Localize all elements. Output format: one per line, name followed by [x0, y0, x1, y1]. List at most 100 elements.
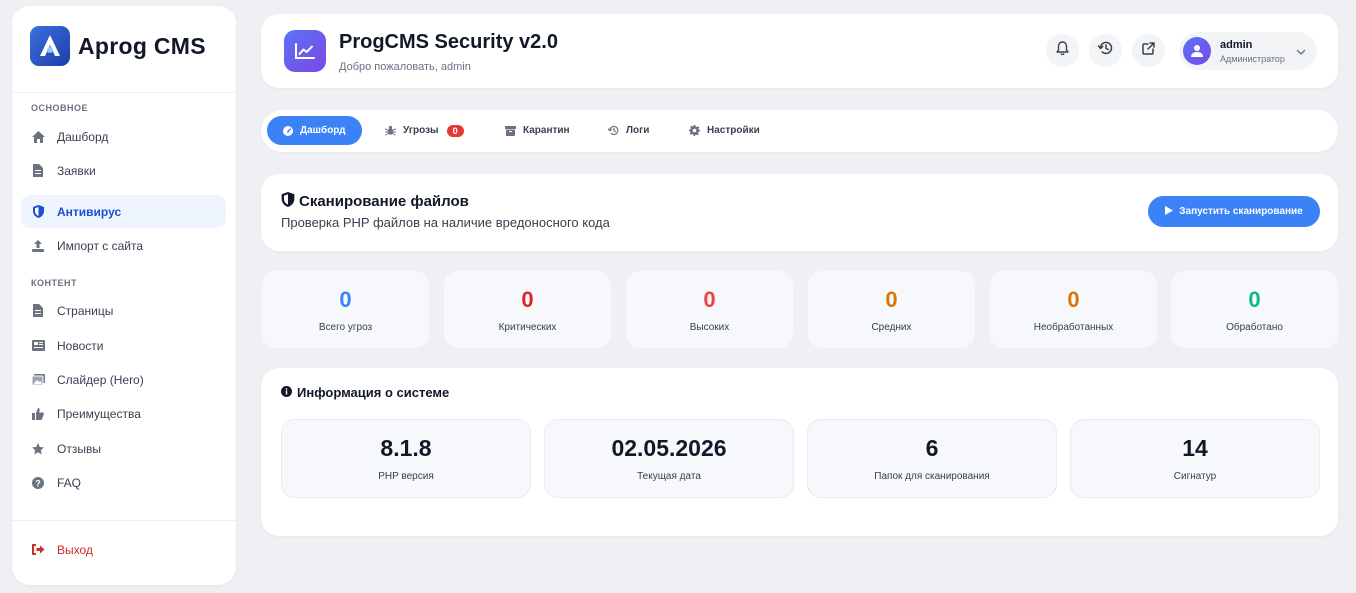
chart-line-icon — [284, 30, 326, 72]
stat-value: 0 — [703, 287, 716, 312]
sidebar-item-label: Антивирус — [57, 204, 122, 219]
tab-label: Логи — [626, 125, 650, 136]
info-label: Папок для сканирования — [874, 471, 990, 482]
user-name: admin — [1220, 39, 1253, 51]
stat-critical: 0 Критических — [444, 271, 611, 348]
tab-logs[interactable]: Логи — [592, 116, 665, 145]
stat-label: Критических — [498, 322, 557, 333]
avatar — [1183, 37, 1211, 65]
tab-settings[interactable]: Настройки — [673, 116, 776, 145]
sidebar-item-label: Слайдер (Hero) — [57, 372, 144, 387]
brand-name: Aprog CMS — [78, 32, 206, 59]
play-icon — [1165, 205, 1174, 218]
stat-label: Всего угроз — [318, 322, 373, 333]
question-icon: ? — [31, 476, 45, 490]
logout-button[interactable]: Выход — [21, 533, 226, 566]
brand-logo[interactable]: Aprog CMS — [30, 26, 206, 66]
page-title: ProgCMS Security v2.0 — [339, 31, 558, 53]
stat-value: 0 — [885, 287, 898, 312]
welcome-text: Добро пожаловать, admin — [339, 61, 471, 73]
sidebar-item-pages[interactable]: Страницы — [21, 294, 226, 327]
info-signatures: 14 Сигнатур — [1070, 419, 1320, 498]
info-label: Сигнатур — [1173, 471, 1217, 482]
document-icon — [31, 164, 45, 178]
sidebar-item-label: Преимущества — [57, 406, 141, 421]
stat-processed: 0 Обработано — [1171, 271, 1338, 348]
gear-icon — [689, 125, 700, 136]
sidebar-item-advantages[interactable]: Преимущества — [21, 397, 226, 430]
open-site-button[interactable] — [1132, 34, 1165, 67]
info-scan-folders: 6 Папок для сканирования — [807, 419, 1057, 498]
stat-medium: 0 Средних — [808, 271, 975, 348]
sidebar-item-label: FAQ — [57, 475, 82, 490]
info-value: 02.05.2026 — [611, 435, 727, 461]
tab-label: Дашборд — [300, 125, 346, 136]
stat-value: 0 — [1248, 287, 1261, 312]
info-label: Текущая дата — [637, 471, 701, 482]
info-value: 8.1.8 — [380, 435, 432, 461]
star-icon — [31, 442, 45, 456]
stat-value: 0 — [521, 287, 534, 312]
archive-icon — [505, 125, 516, 136]
start-scan-label: Запустить сканирование — [1179, 206, 1303, 217]
history-button[interactable] — [1089, 34, 1122, 67]
gauge-icon — [283, 125, 293, 136]
stat-label: Средних — [871, 322, 912, 333]
tab-label: Угрозы — [403, 125, 439, 136]
start-scan-button[interactable]: Запустить сканирование — [1148, 196, 1320, 227]
user-role: Администратор — [1220, 54, 1285, 64]
info-php-version: 8.1.8 PHP версия — [281, 419, 531, 498]
stat-label: Необработанных — [1033, 322, 1114, 333]
notifications-button[interactable] — [1046, 34, 1079, 67]
sidebar-item-reviews[interactable]: Отзывы — [21, 432, 226, 465]
sidebar-item-label: Дашборд — [57, 129, 109, 144]
scan-subtitle: Проверка PHP файлов на наличие вредоносн… — [281, 215, 610, 230]
sidebar-item-news[interactable]: Новости — [21, 329, 226, 362]
stat-label: Обработано — [1226, 322, 1283, 333]
tab-quarantine[interactable]: Карантин — [489, 116, 586, 145]
bell-icon — [1056, 41, 1069, 60]
home-icon — [31, 130, 45, 144]
sidebar-item-dashboard[interactable]: Дашборд — [21, 120, 226, 153]
logo-icon — [30, 26, 70, 66]
sidebar-item-label: Страницы — [57, 303, 114, 318]
user-menu[interactable]: admin Администратор — [1179, 32, 1317, 70]
scan-card: Сканирование файлов Проверка PHP файлов … — [261, 174, 1338, 251]
history-icon — [608, 125, 619, 136]
divider — [12, 92, 236, 93]
sidebar-item-label: Отзывы — [57, 441, 101, 456]
sidebar: Aprog CMS ОСНОВНОЕ Дашборд Заявки Антиви… — [12, 6, 236, 585]
upload-icon — [31, 239, 45, 253]
info-label: PHP версия — [378, 471, 434, 482]
sidebar-item-label: Импорт с сайта — [57, 238, 144, 253]
newspaper-icon — [31, 339, 45, 353]
stat-value: 0 — [1067, 287, 1080, 312]
tab-dashboard[interactable]: Дашборд — [267, 116, 362, 145]
sidebar-item-faq[interactable]: ? FAQ — [21, 466, 226, 499]
threats-count-badge: 0 — [446, 124, 464, 137]
sidebar-item-requests[interactable]: Заявки — [21, 154, 226, 187]
divider — [12, 520, 236, 521]
tab-threats[interactable]: Угрозы 0 — [369, 116, 480, 145]
stat-high: 0 Высоких — [626, 271, 793, 348]
tab-bar: Дашборд Угрозы 0 Карантин Логи Настройки — [261, 110, 1338, 152]
system-info-card: Информация о системе 8.1.8 PHP версия 02… — [261, 368, 1338, 536]
scan-title: Сканирование файлов — [281, 192, 469, 211]
sidebar-item-label: Новости — [57, 338, 104, 353]
info-current-date: 02.05.2026 Текущая дата — [544, 419, 794, 498]
bug-icon — [385, 125, 396, 136]
logout-label: Выход — [57, 542, 93, 557]
sidebar-item-import[interactable]: Импорт с сайта — [21, 229, 226, 262]
header: ProgCMS Security v2.0 Добро пожаловать, … — [261, 14, 1338, 88]
shield-icon — [31, 205, 45, 219]
user-icon — [1191, 45, 1203, 57]
sidebar-item-slider[interactable]: Слайдер (Hero) — [21, 363, 226, 396]
svg-text:?: ? — [35, 478, 41, 488]
history-icon — [1097, 41, 1113, 60]
images-icon — [31, 373, 45, 387]
thumbs-up-icon — [31, 407, 45, 421]
logout-icon — [31, 543, 45, 557]
info-value: 6 — [925, 435, 939, 461]
sidebar-item-antivirus[interactable]: Антивирус — [21, 195, 226, 228]
info-value: 14 — [1182, 435, 1208, 461]
